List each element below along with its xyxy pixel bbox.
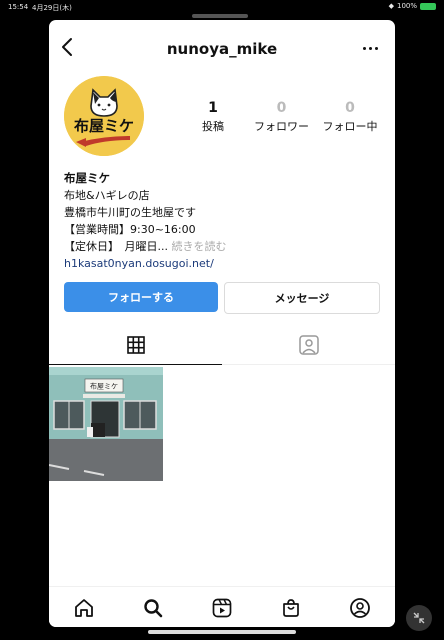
status-bar: 15:54 4月29日(木) ◆ 100% — [0, 0, 444, 14]
page-title: nunoya_mike — [166, 40, 278, 58]
shopping-bag-icon — [283, 598, 300, 617]
stat-followers[interactable]: 0 フォロワー — [248, 100, 316, 134]
nav-profile[interactable] — [348, 596, 372, 620]
nav-search[interactable] — [141, 596, 165, 620]
reels-icon — [212, 598, 232, 617]
nav-reels[interactable] — [210, 596, 234, 620]
avatar-logo-text: 布屋ミケ — [74, 117, 134, 135]
shop-sign-text: 布屋ミケ — [90, 382, 118, 391]
profile-bio: 布屋ミケ 布地&ハギレの店 豊橋市牛川町の生地屋です 【営業時間】9:30~16… — [64, 170, 384, 272]
post-image: 布屋ミケ — [49, 367, 163, 481]
bottom-navigation — [49, 586, 395, 627]
message-button[interactable]: メッセージ — [224, 282, 380, 314]
read-more-link[interactable]: 続きを読む — [172, 240, 227, 253]
bio-line: 布地&ハギレの店 — [64, 189, 150, 202]
nav-home[interactable] — [72, 596, 96, 620]
status-right: ◆ 100% — [389, 2, 436, 10]
profile-screen: nunoya_mike 布屋ミケ 1 投稿 0 フォロワー 0 フォロー中 布屋… — [49, 20, 395, 627]
stat-following-value: 0 — [345, 100, 355, 116]
stat-followers-value: 0 — [276, 100, 287, 116]
grid-icon — [126, 336, 145, 354]
bio-line: 豊橋市牛川町の生地屋です — [64, 206, 196, 219]
stat-following-label: フォロー中 — [322, 120, 378, 133]
tagged-person-icon — [298, 335, 319, 355]
tab-posts-grid[interactable] — [49, 326, 222, 365]
bio-line-truncated: 【定休日】 月曜日... 続きを読む — [64, 238, 384, 255]
tab-tagged[interactable] — [222, 326, 395, 365]
bio-website-link[interactable]: h1kasat0nyan.dosugoi.net/ — [64, 255, 384, 272]
home-indicator[interactable] — [148, 630, 296, 634]
stat-following[interactable]: 0 フォロー中 — [316, 100, 384, 134]
post-thumbnail[interactable]: 布屋ミケ — [49, 367, 163, 481]
battery-percent: 100% — [396, 2, 417, 10]
more-horizontal-icon[interactable] — [359, 42, 381, 54]
multitask-handle[interactable] — [192, 14, 248, 18]
collapse-arrows-icon — [413, 612, 425, 624]
stat-posts-value: 1 — [208, 100, 218, 116]
assistive-touch-button[interactable] — [406, 605, 432, 631]
stat-followers-label: フォロワー — [254, 120, 309, 133]
avatar-logo: 布屋ミケ — [64, 76, 144, 156]
status-time: 15:54 — [8, 3, 29, 11]
stat-posts[interactable]: 1 投稿 — [179, 100, 247, 134]
bio-line: 【営業時間】9:30~16:00 — [64, 223, 196, 236]
home-icon — [74, 598, 93, 617]
avatar[interactable]: 布屋ミケ — [64, 76, 144, 156]
profile-icon — [350, 597, 371, 618]
profile-tabs — [49, 326, 395, 366]
stat-posts-label: 投稿 — [202, 120, 224, 133]
search-icon — [144, 598, 163, 617]
profile-stats: 1 投稿 0 フォロワー 0 フォロー中 — [179, 100, 384, 134]
status-date: 4月29日(木) — [32, 4, 72, 12]
wifi-icon: ◆ — [388, 2, 394, 10]
profile-header: nunoya_mike — [49, 20, 395, 80]
profile-actions: フォローする メッセージ — [64, 282, 380, 314]
bio-line: 【定休日】 月曜日... — [64, 240, 168, 253]
bio-name: 布屋ミケ — [64, 171, 110, 185]
battery-icon — [420, 2, 436, 10]
nav-shop[interactable] — [279, 596, 303, 620]
follow-button[interactable]: フォローする — [64, 282, 218, 312]
